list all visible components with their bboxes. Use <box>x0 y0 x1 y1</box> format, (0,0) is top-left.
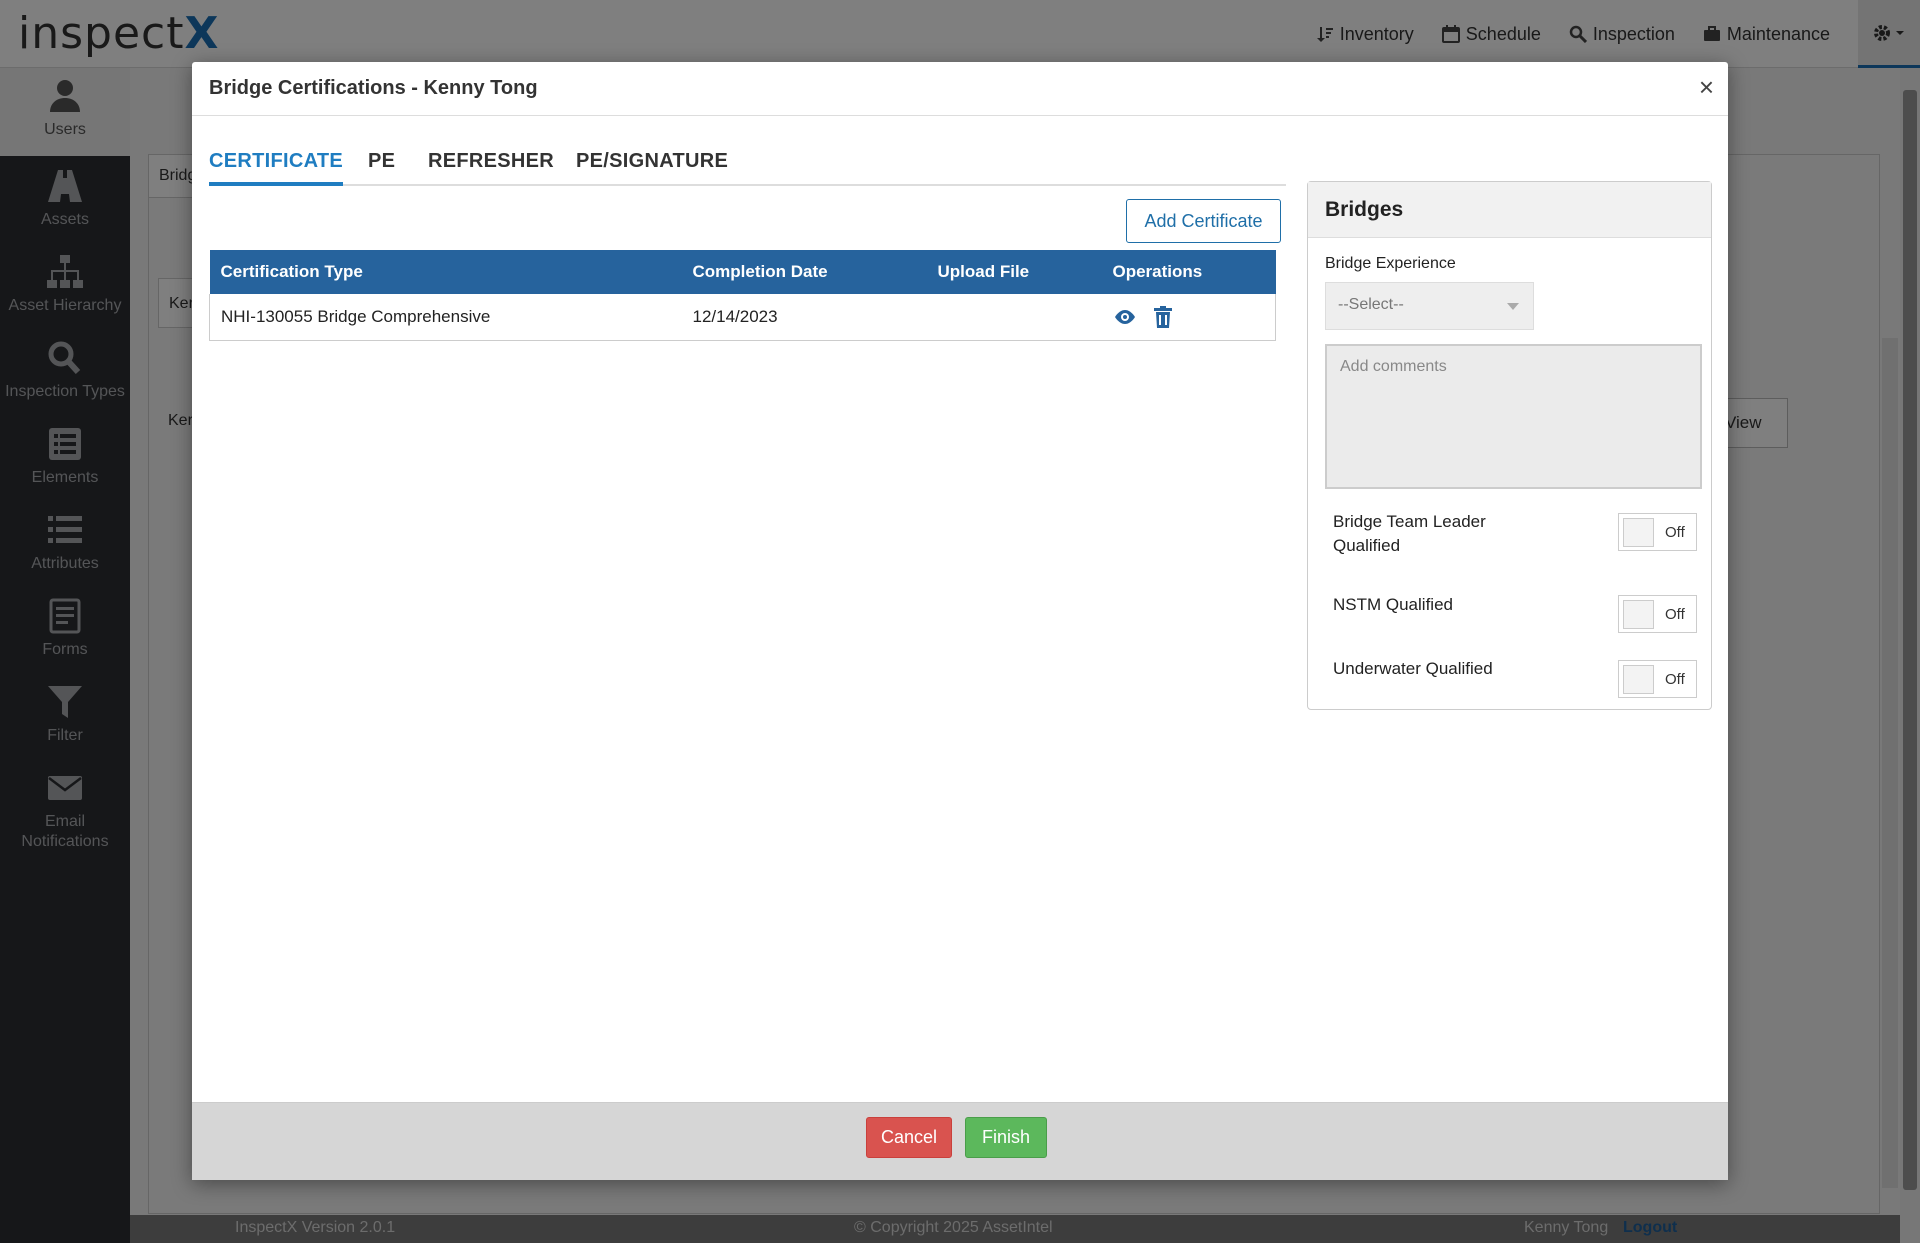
column-operations: Operations <box>1101 250 1276 294</box>
tab-pe[interactable]: PE <box>368 146 395 186</box>
add-certificate-button[interactable]: Add Certificate <box>1126 199 1281 243</box>
nstm-qualified-label: NSTM Qualified <box>1333 595 1453 614</box>
close-icon[interactable]: × <box>1699 74 1714 100</box>
table-row: NHI-130055 Bridge Comprehensive 12/14/20… <box>209 294 1276 341</box>
toggle-knob <box>1623 518 1654 547</box>
chevron-down-icon <box>1507 303 1519 310</box>
tab-pe-signature[interactable]: PE/SIGNATURE <box>576 146 728 186</box>
certificates-table: Certification Type Completion Date Uploa… <box>209 250 1276 341</box>
bridge-certifications-modal: Bridge Certifications - Kenny Tong × CER… <box>192 62 1728 1180</box>
modal-title: Bridge Certifications - Kenny Tong <box>209 77 538 99</box>
nstm-qualified-toggle[interactable]: Off <box>1618 595 1697 633</box>
bridges-title: Bridges <box>1308 182 1711 238</box>
underwater-qualified-toggle[interactable]: Off <box>1618 660 1697 698</box>
column-completion-date[interactable]: Completion Date <box>681 250 927 294</box>
bridges-panel: Bridges Bridge Experience --Select-- Bri… <box>1307 181 1712 710</box>
bridge-experience-label: Bridge Experience <box>1325 255 1456 272</box>
column-certification-type[interactable]: Certification Type <box>209 250 682 294</box>
modal-footer: Cancel Finish <box>192 1102 1728 1180</box>
tab-certificate[interactable]: CERTIFICATE <box>209 146 344 186</box>
tab-refresher[interactable]: REFRESHER <box>428 146 554 186</box>
underwater-qualified-label: Underwater Qualified <box>1333 659 1493 678</box>
team-leader-qualified-toggle[interactable]: Off <box>1618 513 1697 551</box>
bridge-experience-select[interactable]: --Select-- <box>1325 282 1534 330</box>
cell-upload-file <box>926 294 1102 341</box>
certification-tabs: CERTIFICATE PE REFRESHER PE/SIGNATURE <box>209 146 1286 186</box>
cancel-button[interactable]: Cancel <box>866 1117 952 1158</box>
table-header-row: Certification Type Completion Date Uploa… <box>209 250 1276 294</box>
cell-operations <box>1101 294 1276 341</box>
toggle-knob <box>1623 665 1654 694</box>
modal-header: Bridge Certifications - Kenny Tong × <box>192 62 1728 116</box>
cell-completion-date: 12/14/2023 <box>681 294 927 341</box>
view-eye-icon[interactable] <box>1113 306 1137 328</box>
finish-button[interactable]: Finish <box>965 1117 1047 1158</box>
toggle-knob <box>1623 600 1654 629</box>
comments-textarea[interactable] <box>1325 344 1702 489</box>
trash-icon[interactable] <box>1151 305 1175 328</box>
cell-certification-type: NHI-130055 Bridge Comprehensive <box>209 294 682 341</box>
team-leader-qualified-label: Bridge Team Leader Qualified <box>1333 512 1486 555</box>
column-upload-file[interactable]: Upload File <box>926 250 1102 294</box>
